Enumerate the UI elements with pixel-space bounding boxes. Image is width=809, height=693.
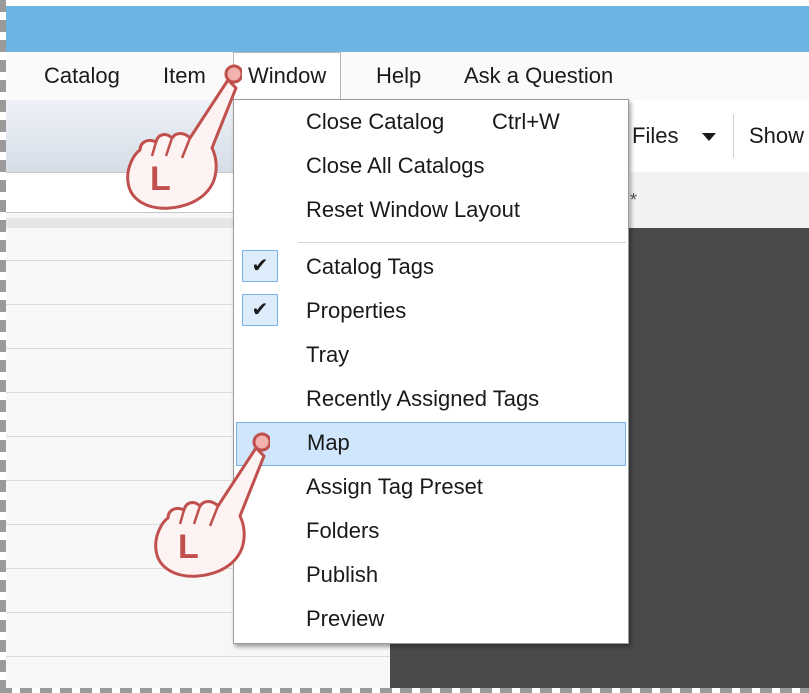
menu-option-reset-window-layout[interactable]: Reset Window Layout [236, 191, 626, 231]
menu-option-publish[interactable]: Publish [236, 556, 626, 596]
menu-option-tray[interactable]: Tray [236, 336, 626, 376]
menu-option-label: Reset Window Layout [306, 197, 520, 222]
menu-option-folders[interactable]: Folders [236, 512, 626, 552]
menu-window[interactable]: Window [233, 52, 342, 100]
window-menu-dropdown: Close Catalog Ctrl+W Close All Catalogs … [233, 99, 629, 644]
hand-label: L [178, 528, 199, 566]
left-click-hand-icon: L [126, 64, 242, 210]
menu-ask-a-question[interactable]: Ask a Question [464, 52, 613, 100]
check-icon: ✔ [242, 250, 278, 282]
left-click-hand-icon: L [154, 432, 270, 578]
menu-option-label: Close Catalog [306, 109, 445, 134]
menu-option-close-all-catalogs[interactable]: Close All Catalogs [236, 147, 626, 187]
menu-option-label: Folders [306, 518, 380, 543]
menu-option-label: Assign Tag Preset [306, 474, 483, 499]
app-window: Catalog Item Window Help Ask a Question … [0, 0, 809, 693]
menu-option-label: Tray [306, 342, 350, 367]
menu-option-label: Properties [306, 298, 407, 323]
toolbar-divider [733, 114, 734, 158]
menu-option-recently-assigned-tags[interactable]: Recently Assigned Tags [236, 380, 626, 420]
files-dropdown-arrow-icon[interactable] [702, 133, 716, 141]
menu-option-assign-tag-preset[interactable]: Assign Tag Preset [236, 468, 626, 508]
menu-option-close-catalog[interactable]: Close Catalog Ctrl+W [236, 103, 626, 143]
menu-option-properties[interactable]: ✔ Properties [236, 292, 626, 332]
menu-option-label: Preview [306, 606, 385, 631]
shortcut-label: Ctrl+W [492, 109, 560, 134]
bottom-border [0, 688, 809, 693]
menu-option-label: Close All Catalogs [306, 153, 485, 178]
menu-option-label: Publish [306, 562, 379, 587]
list-row-divider [6, 656, 390, 657]
menu-help[interactable]: Help [376, 52, 421, 100]
menu-option-label: Map [307, 430, 350, 455]
toolbar-right: Files Show [630, 100, 809, 172]
menu-catalog[interactable]: Catalog [44, 52, 120, 100]
header-mark: * [630, 190, 638, 210]
menu-option-map[interactable]: Map [236, 422, 626, 466]
menu-separator [298, 242, 626, 243]
menu-option-label: Recently Assigned Tags [306, 386, 540, 411]
menu-option-catalog-tags[interactable]: ✔ Catalog Tags [236, 248, 626, 288]
hand-label: L [150, 160, 171, 198]
menu-option-label: Catalog Tags [306, 254, 435, 279]
files-dropdown-label[interactable]: Files [632, 123, 678, 149]
menu-option-preview[interactable]: Preview [236, 600, 626, 640]
show-dropdown-label[interactable]: Show [749, 123, 804, 149]
title-bar [6, 6, 809, 52]
right-panel-header: * [630, 172, 809, 229]
check-icon: ✔ [242, 294, 278, 326]
